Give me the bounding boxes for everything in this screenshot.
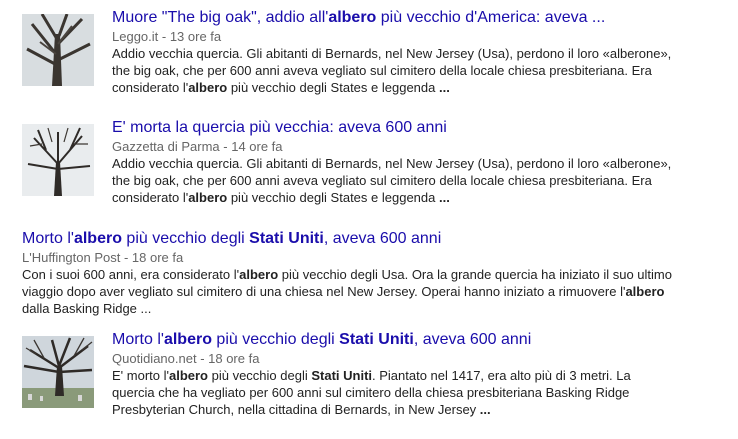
result-time: - 13 ore fa (158, 29, 222, 44)
snippet-segment: ... (438, 80, 450, 95)
result-title-link[interactable]: E' morta la quercia più vecchia: aveva 6… (112, 118, 671, 138)
result-time: - 18 ore fa (196, 351, 260, 366)
snippet-line: the big oak, che per 600 anni aveva vegl… (112, 62, 671, 79)
news-result-1: Muore "The big oak", addio all'albero pi… (0, 8, 738, 100)
result-title-segment: albero (163, 331, 212, 348)
result-snippet: Addio vecchia quercia. Gli abitanti di B… (112, 45, 671, 96)
snippet-segment: più vecchio degli Usa. Ora la grande que… (278, 267, 672, 282)
result-time: - 14 ore fa (219, 139, 283, 154)
snippet-line: Con i suoi 600 anni, era considerato l'a… (22, 266, 672, 283)
result-snippet: Con i suoi 600 anni, era considerato l'a… (22, 266, 672, 317)
result-source[interactable]: Quotidiano.net (112, 351, 197, 366)
snippet-segment: albero (239, 267, 279, 282)
snippet-line: E' morto l'albero più vecchio degli Stat… (112, 367, 631, 384)
result-title-segment: Morto l' (22, 230, 74, 247)
snippet-segment: più vecchio degli (208, 368, 312, 383)
snippet-line: viaggio dopo aver vegliato sul cimitero … (22, 283, 672, 300)
snippet-line: the big oak, che per 600 anni aveva vegl… (112, 172, 671, 189)
snippet-segment: dalla Basking Ridge ... (22, 301, 152, 316)
snippet-line: considerato l'albero più vecchio degli S… (112, 79, 671, 96)
snippet-segment: E' morto l' (112, 368, 169, 383)
result-title-segment: Stati Uniti (339, 331, 414, 348)
tree-thumbnail-image[interactable] (22, 14, 94, 86)
result-title-link[interactable]: Muore "The big oak", addio all'albero pi… (112, 8, 671, 28)
result-source[interactable]: Gazzetta di Parma (112, 139, 220, 154)
snippet-segment: più vecchio degli States e leggenda (227, 190, 439, 205)
result-source[interactable]: Leggo.it (112, 29, 158, 44)
news-result-3: Morto l'albero più vecchio degli Stati U… (0, 229, 738, 316)
snippet-line: considerato l'albero più vecchio degli S… (112, 189, 671, 206)
snippet-segment: quercia che ha vegliato per 600 anni sul… (112, 385, 630, 400)
snippet-segment: considerato l' (112, 80, 189, 95)
news-result-4: Morto l'albero più vecchio degli Stati U… (0, 330, 738, 422)
snippet-line: quercia che ha vegliato per 600 anni sul… (112, 384, 631, 401)
result-title-segment: , aveva 600 anni (323, 230, 442, 247)
news-result-2: E' morta la quercia più vecchia: aveva 6… (0, 118, 738, 210)
snippet-segment: viaggio dopo aver vegliato sul cimitero … (22, 284, 626, 299)
snippet-line: dalla Basking Ridge ... (22, 300, 672, 317)
result-title-segment: più vecchio degli (121, 230, 250, 247)
result-title-segment: Morto l' (112, 331, 164, 348)
snippet-segment: ... (479, 402, 491, 417)
result-title-segment: albero (73, 230, 122, 247)
result-meta: Quotidiano.net - 18 ore fa (112, 350, 631, 367)
snippet-segment: albero (188, 80, 228, 95)
snippet-segment: Addio vecchia quercia. Gli abitanti di B… (112, 46, 672, 61)
result-time: - 18 ore fa (120, 250, 184, 265)
tree-thumbnail-image[interactable] (22, 336, 94, 408)
result-source[interactable]: L'Huffington Post (22, 250, 120, 265)
tree-thumbnail-image[interactable] (22, 124, 94, 196)
snippet-segment: considerato l' (112, 190, 189, 205)
snippet-line: Addio vecchia quercia. Gli abitanti di B… (112, 155, 671, 172)
snippet-segment: albero (625, 284, 665, 299)
result-snippet: E' morto l'albero più vecchio degli Stat… (112, 367, 631, 418)
result-title-link[interactable]: Morto l'albero più vecchio degli Stati U… (22, 229, 672, 249)
snippet-segment: ... (438, 190, 450, 205)
result-meta: Leggo.it - 13 ore fa (112, 28, 671, 45)
result-title-segment: Muore "The big oak", addio all' (112, 9, 329, 26)
snippet-segment: albero (188, 190, 228, 205)
result-title-link[interactable]: Morto l'albero più vecchio degli Stati U… (112, 330, 631, 350)
snippet-segment: albero (168, 368, 208, 383)
snippet-segment: Stati Uniti (311, 368, 373, 383)
result-title-segment: più vecchio degli (211, 331, 340, 348)
result-title-segment: E' morta la quercia più vecchia: aveva 6… (112, 119, 447, 136)
snippet-segment: . Piantato nel 1417, era alto più di 3 m… (372, 368, 631, 383)
result-meta: Gazzetta di Parma - 14 ore fa (112, 138, 671, 155)
result-title-segment: , aveva 600 anni (413, 331, 532, 348)
snippet-segment: Presbyterian Church, nella cittadina di … (112, 402, 480, 417)
snippet-line: Addio vecchia quercia. Gli abitanti di B… (112, 45, 671, 62)
snippet-segment: the big oak, che per 600 anni aveva vegl… (112, 63, 652, 78)
result-title-segment: più vecchio d'America: aveva ... (376, 9, 606, 26)
snippet-segment: Con i suoi 600 anni, era considerato l' (22, 267, 240, 282)
result-title-segment: Stati Uniti (249, 230, 324, 247)
snippet-line: Presbyterian Church, nella cittadina di … (112, 401, 631, 418)
result-meta: L'Huffington Post - 18 ore fa (22, 249, 672, 266)
result-snippet: Addio vecchia quercia. Gli abitanti di B… (112, 155, 671, 206)
result-title-segment: albero (328, 9, 377, 26)
snippet-segment: Addio vecchia quercia. Gli abitanti di B… (112, 156, 672, 171)
snippet-segment: più vecchio degli States e leggenda (227, 80, 439, 95)
snippet-segment: the big oak, che per 600 anni aveva vegl… (112, 173, 652, 188)
